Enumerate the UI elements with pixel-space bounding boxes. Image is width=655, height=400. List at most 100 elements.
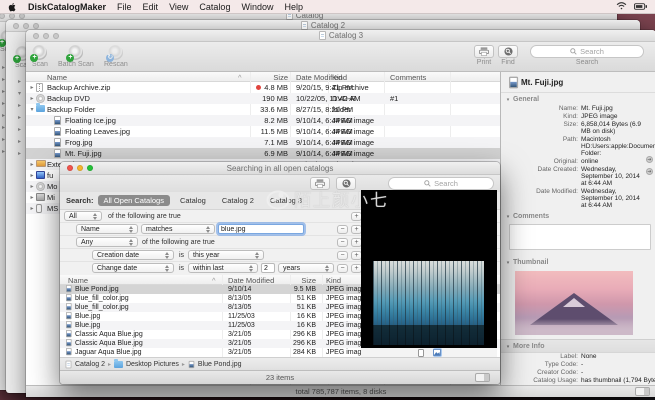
scope-catalog-3[interactable]: Catalog 3 — [264, 195, 308, 206]
scope-catalog-2[interactable]: Catalog 2 — [216, 195, 260, 206]
path-segment-desktop-pictures[interactable]: Desktop Pictures — [126, 361, 179, 368]
table-row[interactable]: ▸ Backup Archive.zip 4.8 MB 9/20/15, 9:4… — [26, 82, 500, 93]
criteria-text: is — [179, 252, 185, 259]
search-input[interactable]: Search — [388, 177, 494, 190]
scope-catalog[interactable]: Catalog — [174, 195, 212, 206]
table-row[interactable]: Floating Ice.jpg 8.2 MB 9/10/14, 6:44 AM… — [26, 115, 500, 126]
disclosure-triangle[interactable]: ▾ — [29, 106, 35, 113]
search-status-bar: 23 items — [60, 370, 500, 384]
menu-file[interactable]: File — [117, 2, 132, 12]
thumbnail-section-header[interactable]: ▾ Thumbnail — [501, 256, 655, 268]
search-input[interactable]: Search — [530, 45, 644, 58]
search-label: Search — [575, 59, 599, 66]
path-segment-catalog-2[interactable]: Catalog 2 — [75, 361, 105, 368]
search-window-titlebar[interactable]: Searching in all open catalogs — [60, 162, 500, 175]
remove-criterion-button[interactable]: − — [337, 225, 348, 234]
inspector-title: Mt. Fuji.jpg — [521, 78, 564, 87]
catalog2-list-triangles[interactable]: ▸ ▾ ▸ ▸ ▸ ▸ ▸ — [18, 78, 21, 157]
ipod-icon — [36, 204, 42, 213]
find-button[interactable]: Find — [498, 45, 518, 66]
menu-help[interactable]: Help — [284, 2, 303, 12]
traffic-lights[interactable] — [67, 165, 93, 171]
column-size[interactable]: Size — [266, 276, 316, 285]
column-comments[interactable]: Comments — [390, 73, 426, 82]
apple-menu-icon[interactable] — [8, 2, 17, 12]
criterion-value-input[interactable] — [218, 224, 304, 234]
scope-all-open-catalogs[interactable]: All Open Catalogs — [97, 195, 170, 206]
sidebar-toggle-button[interactable] — [635, 387, 650, 396]
more-info-section-header[interactable]: ▾ More Info — [501, 339, 655, 353]
preview-view-toggle — [361, 348, 497, 357]
window-catalog3-titlebar[interactable]: Catalog 3 — [26, 30, 655, 42]
table-row-selected[interactable]: Mt. Fuji.jpg 6.9 MB 9/10/14, 6:44 AM JPE… — [26, 148, 500, 159]
rescan-button[interactable]: Rescan — [104, 45, 128, 68]
catalog-doc-icon — [300, 21, 308, 30]
menu-edit[interactable]: Edit — [143, 2, 159, 12]
comments-field[interactable] — [509, 224, 651, 250]
comments-section-header[interactable]: ▾ Comments — [501, 210, 655, 222]
zip-icon — [36, 83, 43, 92]
disclosure-triangle[interactable]: ▸ — [29, 194, 35, 201]
disclosure-triangle[interactable]: ▸ — [29, 205, 35, 212]
column-kind[interactable]: Kind — [326, 276, 341, 285]
field-label: Creator Code: — [537, 369, 578, 376]
sidebar-toggle-button[interactable] — [475, 373, 490, 382]
disclosure-triangle[interactable]: ▸ — [29, 95, 35, 102]
catalog-list-triangles[interactable]: ▸ ▸ ▸ ▸ ▸ ▸ ▸ ▸ — [2, 64, 5, 155]
menu-catalog[interactable]: Catalog — [199, 2, 230, 12]
table-row[interactable]: ▸ Backup DVD 190 MB 10/22/05, 11:42 AM D… — [26, 93, 500, 104]
field-value: online — [581, 158, 599, 165]
find-button[interactable] — [336, 177, 356, 190]
column-size[interactable]: Size — [238, 73, 288, 82]
scan-button[interactable]: Scan — [30, 45, 48, 68]
toolbar-search: Search Search — [530, 45, 644, 66]
app-menu-name[interactable]: DiskCatalogMaker — [28, 2, 106, 12]
wifi-icon[interactable] — [616, 1, 627, 12]
disclosure-triangle[interactable]: ▸ — [29, 183, 35, 190]
reveal-path-button[interactable]: ➔ — [646, 156, 653, 163]
path-segment-file[interactable]: Blue Pond.jpg — [198, 361, 242, 368]
item-count: 23 items — [265, 373, 295, 382]
field-select[interactable]: Change date — [92, 263, 174, 273]
field-select[interactable]: Name — [76, 224, 138, 234]
menu-window[interactable]: Window — [241, 2, 273, 12]
operator-select[interactable]: within last — [188, 263, 258, 273]
search-window[interactable]: Searching in all open catalogs Search Se… — [60, 162, 500, 384]
remove-criterion-button[interactable]: − — [337, 264, 348, 273]
traffic-lights[interactable] — [13, 23, 39, 29]
column-kind[interactable]: Kind — [332, 73, 347, 82]
conjunction-select[interactable]: Any — [76, 237, 138, 247]
reveal-original-button[interactable]: ➔ — [646, 168, 653, 175]
disclosure-triangle[interactable]: ▸ — [29, 161, 35, 168]
general-section-header[interactable]: ▾ General — [501, 93, 655, 105]
disclosure-triangle[interactable]: ▸ — [29, 172, 35, 179]
print-button[interactable]: Print — [474, 45, 494, 66]
jpeg-icon — [188, 360, 195, 368]
table-row[interactable]: Floating Leaves.jpg 11.5 MB 9/10/14, 6:4… — [26, 126, 500, 137]
print-button[interactable] — [310, 177, 330, 190]
value-select[interactable]: this year — [188, 250, 264, 260]
criterion-number-input[interactable] — [261, 263, 275, 273]
remove-criterion-button[interactable]: − — [337, 238, 348, 247]
column-name[interactable]: Name — [68, 276, 88, 285]
table-row[interactable]: Frog.jpg 7.1 MB 9/10/14, 6:44 AM JPEG im… — [26, 137, 500, 148]
field-label: Size: — [563, 121, 578, 128]
table-row[interactable]: ▾ Backup Folder 33.6 MB 8/27/15, 8:20 PM… — [26, 103, 500, 115]
operator-select[interactable]: matches — [141, 224, 215, 234]
rescan-label: Rescan — [104, 61, 128, 68]
traffic-lights[interactable] — [33, 33, 59, 39]
field-label: Path: — [562, 136, 578, 143]
field-select[interactable]: Creation date — [92, 250, 174, 260]
batch-scan-button[interactable]: Batch Scan — [58, 45, 94, 68]
column-name[interactable]: Name — [47, 73, 67, 82]
remove-criterion-button[interactable]: − — [337, 251, 348, 260]
preview-view-icon-selected[interactable] — [432, 348, 442, 357]
table-header[interactable]: Name ^ Size Date Modified Kind Comments — [26, 72, 500, 82]
info-view-icon[interactable] — [417, 348, 426, 357]
unit-select[interactable]: years — [278, 263, 334, 273]
battery-icon[interactable] — [634, 2, 647, 12]
menu-view[interactable]: View — [169, 2, 188, 12]
menu-bar: DiskCatalogMaker File Edit View Catalog … — [0, 0, 655, 14]
disclosure-triangle[interactable]: ▸ — [29, 84, 35, 91]
conjunction-select[interactable]: All — [64, 211, 102, 221]
